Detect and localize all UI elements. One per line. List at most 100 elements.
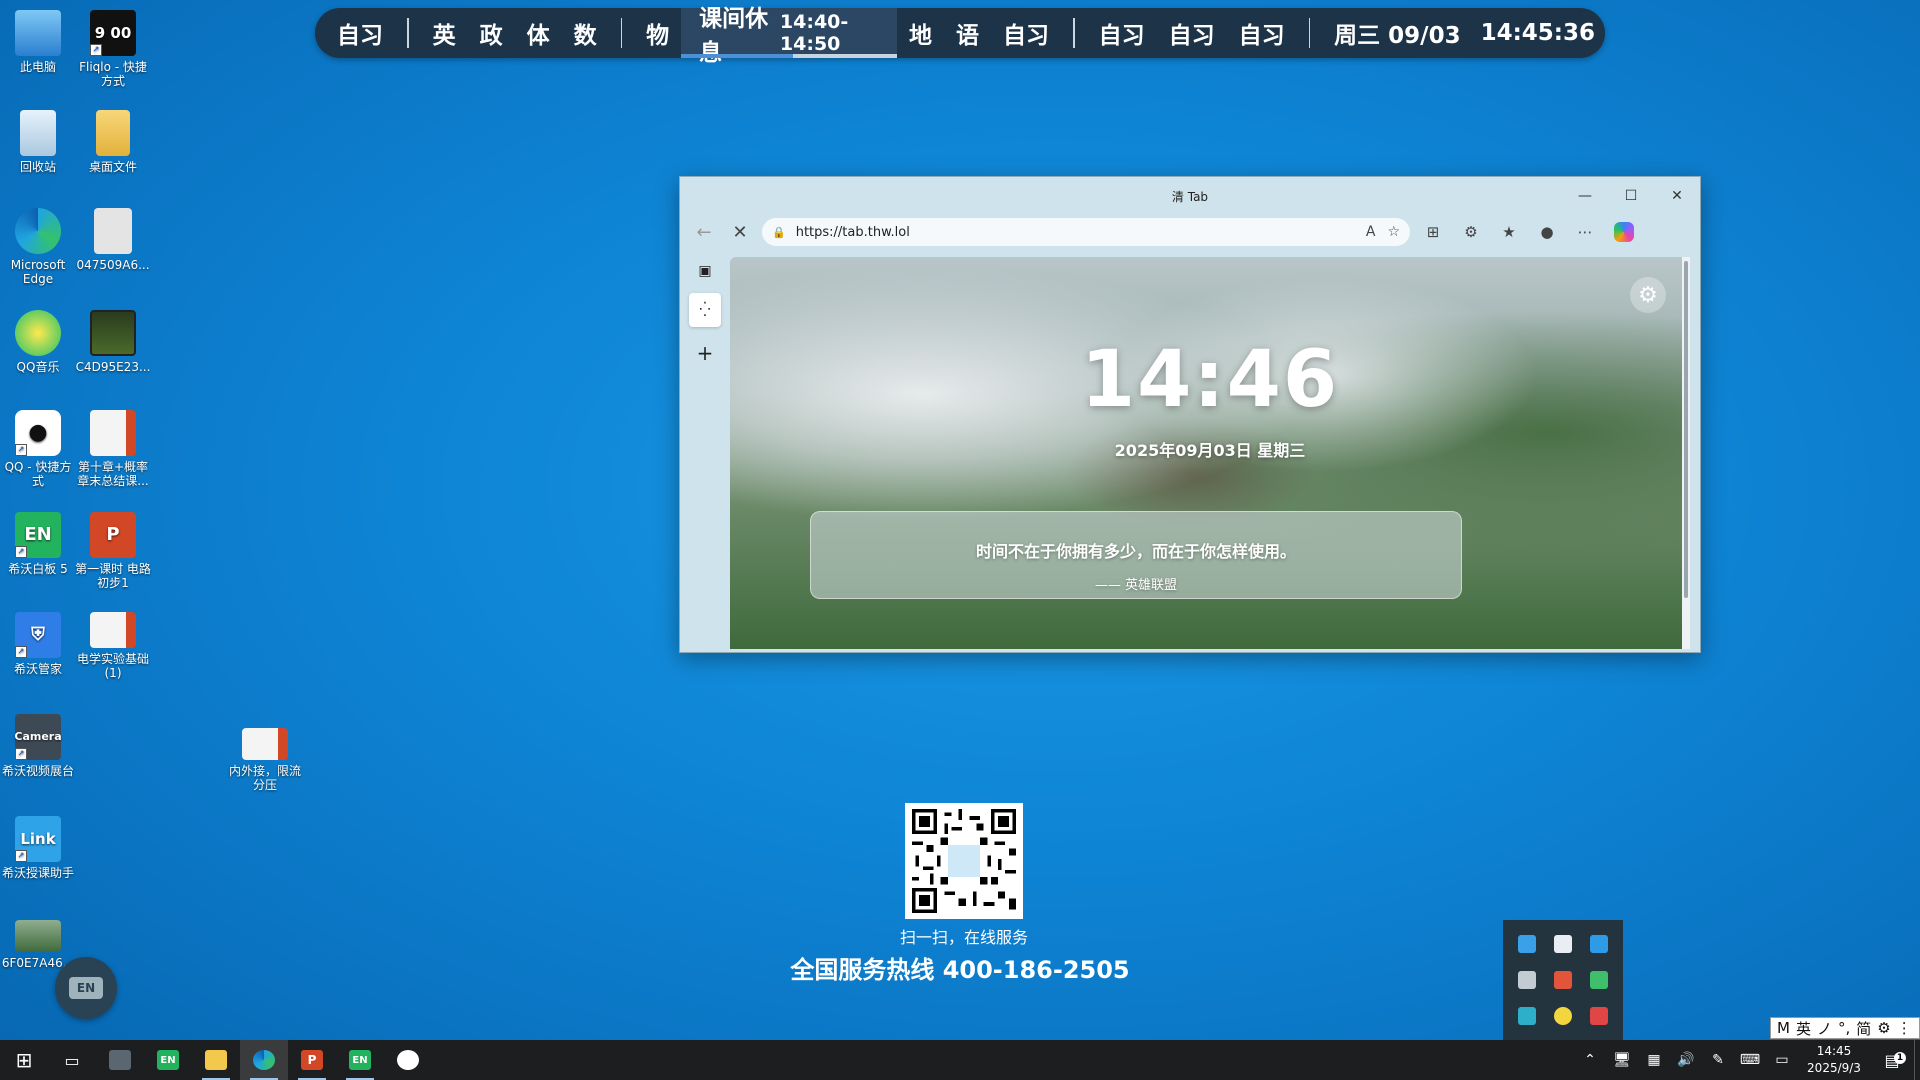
desktop-icon-ppt-2[interactable]: P 第一课时 电路初步1 xyxy=(74,512,152,590)
address-bar[interactable]: 🔒 https://tab.thw.lol A ☆ xyxy=(762,218,1410,246)
schedule-date: 周三 09/03 xyxy=(1334,23,1461,49)
new-tab-button[interactable]: + xyxy=(697,341,714,365)
seewo-floating-button[interactable]: EN xyxy=(55,957,117,1019)
url-text[interactable]: https://tab.thw.lol xyxy=(796,225,910,240)
seewo-shield-icon: ⛨ ↗ xyxy=(15,612,61,658)
extensions-icon[interactable]: ⚙ xyxy=(1456,223,1486,241)
start-button[interactable]: ⊞ xyxy=(0,1040,48,1080)
ime-punctuation-icon[interactable]: °, xyxy=(1838,1019,1850,1037)
schedule-clock: 14:45:36 xyxy=(1480,20,1596,46)
maximize-button[interactable]: ☐ xyxy=(1608,177,1654,215)
tray-app-icon[interactable] xyxy=(1518,971,1536,989)
ime-settings-icon[interactable]: ⚙ xyxy=(1877,1019,1890,1037)
seewo-whiteboard-icon: EN ↗ xyxy=(15,512,61,558)
desktop-icon-seewo-guard[interactable]: ⛨ ↗ 希沃管家 xyxy=(0,612,77,676)
pen-icon[interactable]: ✎ xyxy=(1702,1052,1734,1068)
desktop-icon-label: 希沃白板 5 xyxy=(8,562,68,576)
settings-gear-icon[interactable]: ⚙ xyxy=(1630,277,1666,313)
tray-app-icon[interactable] xyxy=(1518,935,1536,953)
browser-window[interactable]: 清 Tab — ☐ ✕ ← ✕ 🔒 https://tab.thw.lol A … xyxy=(679,176,1701,653)
tray-volume-muted-icon[interactable] xyxy=(1554,971,1572,989)
desktop-icon-qq[interactable]: ● ↗ QQ - 快捷方式 xyxy=(0,410,77,488)
back-button[interactable]: ← xyxy=(690,222,718,243)
read-aloud-icon[interactable]: A xyxy=(1366,224,1376,240)
current-period-time: 14:40-14:50 xyxy=(779,11,849,55)
show-desktop-button[interactable] xyxy=(1914,1040,1920,1080)
system-tray: ⌃ 🖥 ▦ 🔊 ✎ ⌨ ▭ 14:45 2025/9/3 ▤ 1 xyxy=(1574,1040,1920,1080)
schedule-divider xyxy=(620,18,623,48)
close-window-button[interactable]: ✕ xyxy=(1654,177,1700,215)
tray-qq-music-icon[interactable] xyxy=(1554,1007,1572,1025)
taskbar-app-camera[interactable] xyxy=(96,1040,144,1080)
tray-app-icon[interactable]: ▦ xyxy=(1638,1052,1670,1068)
favorites-icon[interactable]: ★ xyxy=(1494,223,1524,241)
desktop-icon-qq-music[interactable]: QQ音乐 xyxy=(0,310,77,374)
desktop-icon-label: 回收站 xyxy=(19,160,56,174)
desktop-icon-folder[interactable]: 桌面文件 xyxy=(74,110,152,174)
desktop-icon-edge[interactable]: Microsoft Edge xyxy=(0,208,77,286)
image-file-icon xyxy=(15,920,61,952)
profile-icon[interactable]: ● xyxy=(1532,223,1562,241)
schedule-period: 自习 xyxy=(337,23,383,49)
taskbar-app-seewo-2[interactable]: EN xyxy=(336,1040,384,1080)
schedule-period: 自习 xyxy=(1238,23,1285,49)
favorite-star-icon[interactable]: ☆ xyxy=(1387,224,1400,240)
apps-icon[interactable]: ⊞ xyxy=(1418,223,1448,241)
tab-actions-icon[interactable]: ▣ xyxy=(698,263,711,279)
desktop-icon-label: 希沃视频展台 xyxy=(1,764,74,778)
desktop-icon-recycle-bin[interactable]: 回收站 xyxy=(0,110,77,174)
tray-app-icon[interactable] xyxy=(1590,935,1608,953)
desktop-icon-this-pc[interactable]: 此电脑 xyxy=(0,10,77,74)
taskbar-app-qq[interactable] xyxy=(384,1040,432,1080)
stop-loading-button[interactable]: ✕ xyxy=(726,222,754,243)
desktop-icon-fliqlo[interactable]: 9 00 ↗ Fliqlo - 快捷方式 xyxy=(74,10,152,88)
taskbar-app-edge[interactable] xyxy=(240,1040,288,1080)
desktop-icon-label: 此电脑 xyxy=(19,60,56,74)
desktop-icon-ppt-4[interactable]: 内外接，限流分压 xyxy=(226,728,304,792)
desktop-icon-seewo-camera[interactable]: Camera ↗ 希沃视频展台 xyxy=(0,714,77,778)
ime-toolbar[interactable]: M 英 ノ °, 简 ⚙ ⋮ xyxy=(1770,1017,1920,1039)
desktop-icon-seewo-whiteboard[interactable]: EN ↗ 希沃白板 5 xyxy=(0,512,77,576)
desktop-icon-label: QQ音乐 xyxy=(16,360,60,374)
input-switch-icon[interactable]: ▭ xyxy=(1766,1052,1798,1068)
schedule-divider xyxy=(1308,18,1311,48)
desktop-icon-image-1[interactable]: 047509A6... xyxy=(74,208,152,272)
taskbar-app-powerpoint[interactable]: P xyxy=(288,1040,336,1080)
copilot-icon[interactable] xyxy=(1614,222,1634,242)
schedule-period: 物 xyxy=(646,23,670,49)
tray-security-icon[interactable] xyxy=(1590,971,1608,989)
tab-current[interactable]: ⁛ xyxy=(689,293,721,327)
more-menu-icon[interactable]: ⋯ xyxy=(1570,223,1600,241)
schedule-period: 数 xyxy=(573,23,597,49)
desktop-icon-image-2[interactable]: C4D95E23... xyxy=(74,310,152,374)
ime-moon-icon[interactable]: ノ xyxy=(1817,1018,1832,1039)
notification-center-icon[interactable]: ▤ 1 xyxy=(1870,1051,1914,1070)
desktop-icon-label: 内外接，限流分压 xyxy=(228,764,301,792)
volume-icon[interactable]: 🔊 xyxy=(1670,1052,1702,1068)
address-toolbar: ← ✕ 🔒 https://tab.thw.lol A ☆ ⊞ ⚙ ★ ● ⋯ xyxy=(680,215,1700,249)
desktop-icon-seewo-link[interactable]: Link ↗ 希沃授课助手 xyxy=(0,816,77,880)
ime-more-icon[interactable]: ⋮ xyxy=(1897,1019,1912,1037)
tray-app-icon[interactable] xyxy=(1554,935,1572,953)
ime-lang-toggle[interactable]: 英 xyxy=(1796,1018,1811,1039)
window-titlebar[interactable]: 清 Tab — ☐ ✕ xyxy=(680,177,1700,215)
page-scrollbar[interactable] xyxy=(1682,257,1690,649)
desktop-icon-ppt-3[interactable]: 电学实验基础(1) xyxy=(74,612,152,680)
page-date: 2025年09月03日 星期三 xyxy=(1114,441,1306,460)
tray-qq-icon[interactable] xyxy=(1590,1007,1608,1025)
ime-simplified-toggle[interactable]: 简 xyxy=(1856,1018,1871,1039)
desktop-icon-image-3[interactable]: 6F0E7A46... xyxy=(0,920,77,970)
taskbar-app-explorer[interactable] xyxy=(192,1040,240,1080)
taskbar-clock[interactable]: 14:45 2025/9/3 xyxy=(1798,1043,1870,1077)
desktop-icon-ppt-1[interactable]: 第十章+概率章末总结课... xyxy=(74,410,152,488)
qq-icon: ● ↗ xyxy=(15,410,61,456)
taskbar-app-seewo[interactable]: EN xyxy=(144,1040,192,1080)
network-icon[interactable]: 🖥 xyxy=(1606,1052,1638,1068)
tray-app-icon[interactable] xyxy=(1518,1007,1536,1025)
ime-mode-icon[interactable]: M xyxy=(1777,1019,1790,1037)
task-view-button[interactable]: ▭ xyxy=(48,1040,96,1080)
touch-keyboard-icon[interactable]: ⌨ xyxy=(1734,1052,1766,1068)
tray-chevron-up-icon[interactable]: ⌃ xyxy=(1574,1052,1606,1068)
new-tab-page: ⚙ 14:46 2025年09月03日 星期三 时间不在于你拥有多少，而在于你怎… xyxy=(730,257,1690,649)
minimize-button[interactable]: — xyxy=(1562,177,1608,215)
